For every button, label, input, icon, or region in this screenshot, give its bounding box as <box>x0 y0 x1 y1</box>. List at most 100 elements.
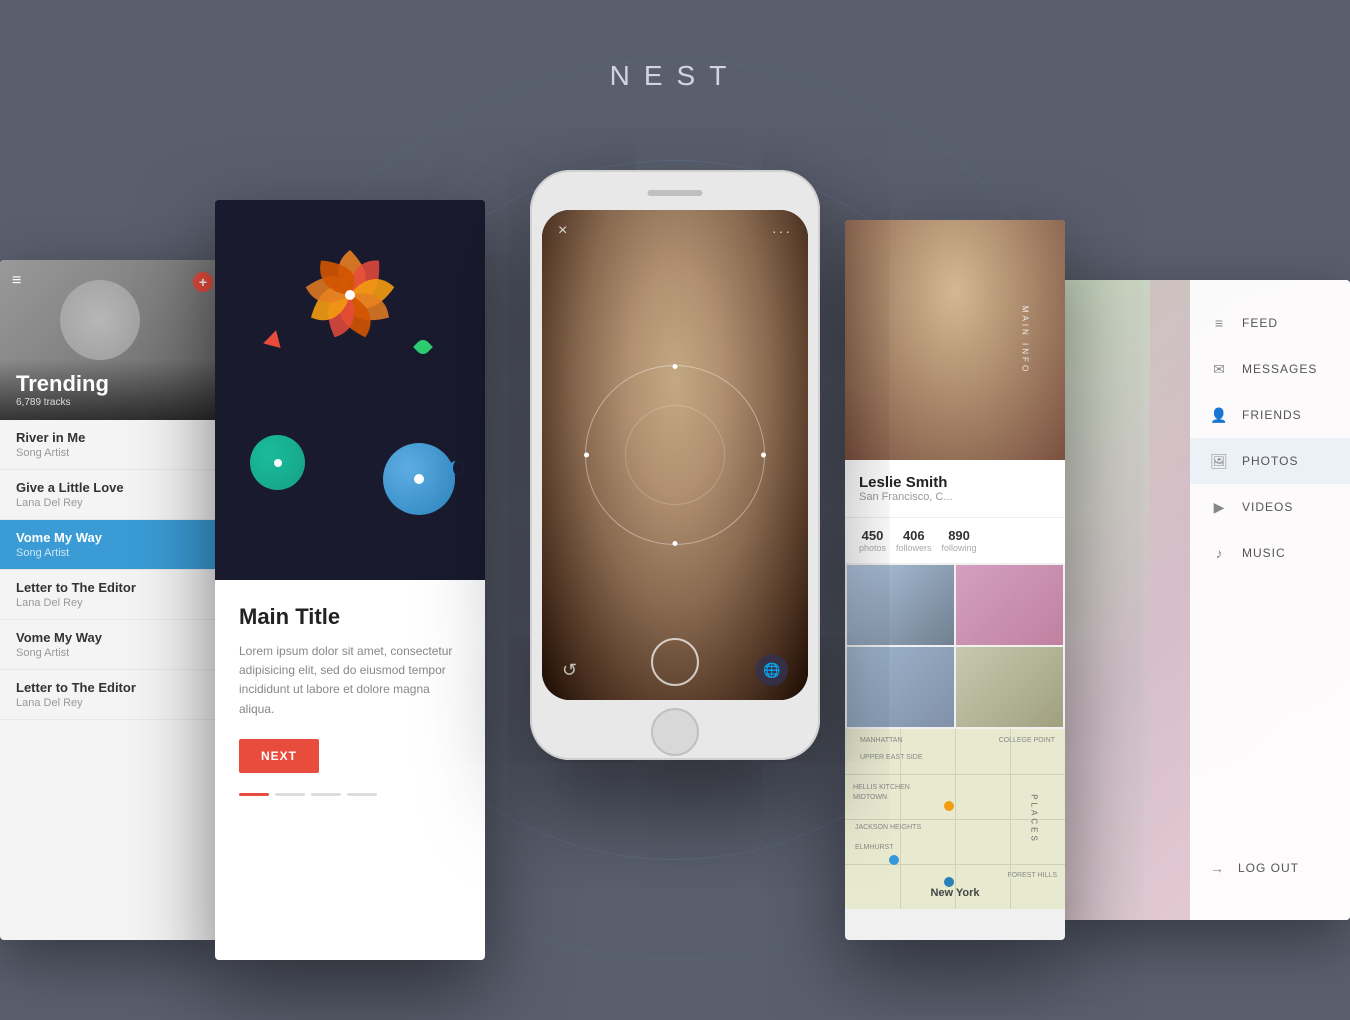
leaf-decoration <box>413 337 433 357</box>
profile-screen: MAIN INFO Leslie Smith San Francisco, C.… <box>845 220 1065 940</box>
face-dot-right <box>761 453 766 458</box>
music-item-title: River in Me <box>16 430 209 445</box>
stat-label-following: following <box>942 543 977 553</box>
music-item-artist: Lana Del Rey <box>16 497 209 509</box>
triangle-decoration <box>263 328 285 348</box>
blue-circle-decoration <box>383 443 455 515</box>
profile-map: MANHATTAN UPPER EAST SIDE HELLIS KITCHEN… <box>845 729 1065 909</box>
refresh-icon[interactable]: ↺ <box>562 660 577 681</box>
cyan-circle-decoration <box>250 435 305 490</box>
messages-icon: ✉ <box>1210 360 1228 378</box>
sidebar-item-feed[interactable]: ≡ FEED <box>1190 300 1350 346</box>
profile-photo-4 <box>956 647 1063 727</box>
sidebar-item-messages[interactable]: ✉ MESSAGES <box>1190 346 1350 392</box>
center-phone: × ··· ↺ 🌐 <box>530 170 820 760</box>
music-screen: ≡ + Trending 6,789 tracks River in Me So… <box>0 260 225 940</box>
stat-num-photos: 450 <box>859 528 886 543</box>
social-menu: ≡ FEED ✉ MESSAGES 👤 FRIENDS 🖼 PHOTOS ▶ <box>1190 280 1350 920</box>
map-label-jackson: JACKSON HEIGHTS <box>855 824 921 831</box>
slide-indicator <box>347 793 377 796</box>
slide-indicator <box>311 793 341 796</box>
profile-location: San Francisco, C... <box>859 491 1051 503</box>
crescent-decoration <box>449 461 463 475</box>
logout-button[interactable]: → LOG OUT <box>1190 846 1319 890</box>
friends-label: FRIENDS <box>1242 408 1302 422</box>
sidebar-item-music[interactable]: ♪ MUSIC <box>1190 530 1350 576</box>
slide-indicator <box>239 793 269 796</box>
screens-container: ≡ + Trending 6,789 tracks River in Me So… <box>0 140 1350 1020</box>
map-label-kitchen: HELLIS KITCHEN <box>853 784 910 791</box>
music-header: ≡ + Trending 6,789 tracks <box>0 260 225 420</box>
trending-label: Trending <box>16 371 209 397</box>
music-item-title: Vome My Way <box>16 530 209 545</box>
sidebar-item-videos[interactable]: ▶ VIDEOS <box>1190 484 1350 530</box>
stat-label-photos: photos <box>859 543 886 553</box>
map-label-college: COLLEGE POINT <box>999 737 1055 744</box>
next-button[interactable]: NEXT <box>239 739 319 773</box>
phone-home-button[interactable] <box>651 708 699 756</box>
map-label-manhattan: MANHATTAN <box>860 737 903 744</box>
logout-arrow-icon: → <box>1210 860 1224 876</box>
map-city-label: New York <box>930 887 979 899</box>
profile-face-image <box>845 220 1065 460</box>
music-icon: ♪ <box>1210 544 1228 562</box>
stat-num-following: 890 <box>942 528 977 543</box>
phone-screen: × ··· ↺ 🌐 <box>542 210 808 700</box>
face-dot-bottom <box>673 541 678 546</box>
photos-icon: 🖼 <box>1210 452 1228 470</box>
logout-label: LOG OUT <box>1238 861 1299 875</box>
stat-label-followers: followers <box>896 543 932 553</box>
list-item[interactable]: Vome My Way Song Artist <box>0 620 225 670</box>
sidebar-item-friends[interactable]: 👤 FRIENDS <box>1190 392 1350 438</box>
pres-bottom: Main Title Lorem ipsum dolor sit amet, c… <box>215 580 485 960</box>
stat-followers: 406 followers <box>896 528 932 553</box>
main-info-label: MAIN INFO <box>1020 306 1029 374</box>
close-icon[interactable]: × <box>558 222 567 240</box>
videos-icon: ▶ <box>1210 498 1228 516</box>
profile-photos-grid <box>845 563 1065 729</box>
music-header-overlay: Trending 6,789 tracks <box>0 359 225 420</box>
phone-speaker <box>648 190 703 196</box>
stat-following: 890 following <box>942 528 977 553</box>
stat-photos: 450 photos <box>859 528 886 553</box>
profile-photo-3 <box>847 647 954 727</box>
slide-indicators <box>239 793 461 796</box>
profile-stats: 450 photos 406 followers 890 following <box>845 517 1065 563</box>
map-pin-blue2 <box>944 877 954 887</box>
capture-button[interactable] <box>651 638 699 686</box>
add-icon[interactable]: + <box>193 272 213 292</box>
list-item[interactable]: Letter to The Editor Lana Del Rey <box>0 570 225 620</box>
feed-label: FEED <box>1242 316 1278 330</box>
trending-sub: 6,789 tracks <box>16 397 209 408</box>
pres-top <box>215 200 485 580</box>
slide-indicator <box>275 793 305 796</box>
profile-face-area: MAIN INFO <box>845 220 1065 460</box>
videos-label: VIDEOS <box>1242 500 1293 514</box>
sidebar-item-photos[interactable]: 🖼 PHOTOS <box>1190 438 1350 484</box>
more-icon[interactable]: ··· <box>772 223 792 239</box>
phone-bottom-bar: ↺ 🌐 <box>542 640 808 700</box>
pres-main-title: Main Title <box>239 604 461 630</box>
list-item[interactable]: River in Me Song Artist <box>0 420 225 470</box>
profile-photo-1 <box>847 565 954 645</box>
social-background: ≡ FEED ✉ MESSAGES 👤 FRIENDS 🖼 PHOTOS ▶ <box>1060 280 1350 920</box>
music-item-title: Letter to The Editor <box>16 680 209 695</box>
globe-icon[interactable]: 🌐 <box>756 654 788 686</box>
face-dot-top <box>673 364 678 369</box>
friends-icon: 👤 <box>1210 406 1228 424</box>
phone-top-bar: × ··· <box>542 210 808 252</box>
music-item-artist: Lana Del Rey <box>16 597 209 609</box>
places-label: PLACES <box>1030 794 1039 844</box>
list-item[interactable]: Give a Little Love Lana Del Rey <box>0 470 225 520</box>
profile-name: Leslie Smith <box>859 474 1051 491</box>
menu-icon[interactable]: ≡ <box>12 272 21 290</box>
map-label-forest: FOREST HILLS <box>1007 872 1057 879</box>
phone-outer: × ··· ↺ 🌐 <box>530 170 820 760</box>
stat-num-followers: 406 <box>896 528 932 543</box>
list-item[interactable]: Letter to The Editor Lana Del Rey <box>0 670 225 720</box>
presentation-screen: Main Title Lorem ipsum dolor sit amet, c… <box>215 200 485 960</box>
list-item-active[interactable]: Vome My Way Song Artist <box>0 520 225 570</box>
music-item-artist: Song Artist <box>16 647 209 659</box>
music-item-title: Letter to The Editor <box>16 580 209 595</box>
map-pin-orange <box>944 801 954 811</box>
